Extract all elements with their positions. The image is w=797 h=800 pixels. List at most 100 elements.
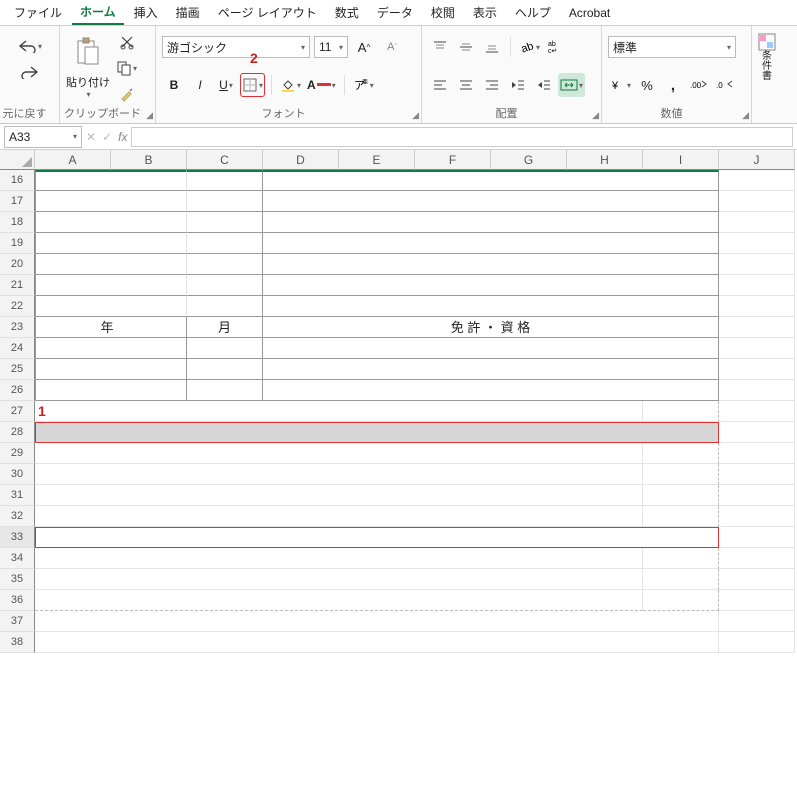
col-header-D[interactable]: D <box>263 150 339 170</box>
decrease-indent-button[interactable] <box>506 73 530 97</box>
row-header[interactable]: 22 <box>0 296 35 317</box>
menu-data[interactable]: データ <box>369 1 421 24</box>
orientation-button[interactable]: ab▾ <box>517 35 542 59</box>
merge-center-button[interactable]: ▾ <box>558 73 585 97</box>
cell-month[interactable]: 月 <box>187 317 263 338</box>
row-header[interactable]: 16 <box>0 170 35 191</box>
row-header[interactable]: 37 <box>0 611 35 632</box>
cut-button[interactable] <box>114 30 139 54</box>
increase-indent-button[interactable] <box>532 73 556 97</box>
bold-button[interactable]: B <box>162 73 186 97</box>
row-header[interactable]: 29 <box>0 443 35 464</box>
phonetic-button[interactable]: ア亜▾ <box>351 73 376 97</box>
row-header[interactable]: 19 <box>0 233 35 254</box>
underline-button[interactable]: U▾ <box>214 73 238 97</box>
number-launcher-icon[interactable]: ◢ <box>742 110 749 121</box>
font-size-select[interactable]: 11▾ <box>314 36 348 58</box>
row-header[interactable]: 24 <box>0 338 35 359</box>
cancel-formula-icon[interactable]: ✕ <box>86 130 96 144</box>
increase-decimal-button[interactable]: .00 <box>687 73 711 97</box>
font-launcher-icon[interactable]: ◢ <box>412 110 419 121</box>
worksheet[interactable]: A B C D E F G H I J 16 17 18 19 20 21 22… <box>0 150 797 653</box>
row-header[interactable]: 20 <box>0 254 35 275</box>
font-color-button[interactable]: A▾ <box>305 73 338 97</box>
col-header-H[interactable]: H <box>567 150 643 170</box>
row-header[interactable]: 32 <box>0 506 35 527</box>
name-box[interactable]: A33▾ <box>4 126 82 148</box>
separator <box>344 75 345 95</box>
align-bottom-button[interactable] <box>480 35 504 59</box>
clipboard-launcher-icon[interactable]: ◢ <box>146 110 153 121</box>
align-right-button[interactable] <box>480 73 504 97</box>
menu-formulas[interactable]: 数式 <box>327 1 367 24</box>
menu-page-layout[interactable]: ページ レイアウト <box>210 1 325 24</box>
col-header-C[interactable]: C <box>187 150 263 170</box>
col-header-G[interactable]: G <box>491 150 567 170</box>
percent-button[interactable]: % <box>635 73 659 97</box>
menu-insert[interactable]: 挿入 <box>126 1 166 24</box>
menu-file[interactable]: ファイル <box>6 1 70 24</box>
decrease-font-button[interactable]: Aˇ <box>380 35 404 59</box>
row-header[interactable]: 23 <box>0 317 35 338</box>
menu-view[interactable]: 表示 <box>465 1 505 24</box>
fill-color-button[interactable]: ▾ <box>278 73 303 97</box>
col-header-J[interactable]: J <box>719 150 795 170</box>
row-header[interactable]: 25 <box>0 359 35 380</box>
row-header[interactable]: 27 <box>0 401 35 422</box>
undo-button[interactable]: ▾ <box>15 34 44 58</box>
cell-year[interactable]: 年 <box>35 317 187 338</box>
fx-icon[interactable]: fx <box>118 130 127 144</box>
number-format-select[interactable]: 標準▾ <box>608 36 736 58</box>
row-header[interactable]: 26 <box>0 380 35 401</box>
paste-button[interactable] <box>70 30 106 74</box>
align-middle-button[interactable] <box>454 35 478 59</box>
formula-bar[interactable] <box>131 127 793 147</box>
wrap-text-button[interactable]: abc↵ <box>544 35 568 59</box>
row-header[interactable]: 18 <box>0 212 35 233</box>
col-header-B[interactable]: B <box>111 150 187 170</box>
paste-dropdown[interactable]: ▾ <box>86 90 90 99</box>
row-header[interactable]: 17 <box>0 191 35 212</box>
align-center-button[interactable] <box>454 73 478 97</box>
menu-help[interactable]: ヘルプ <box>507 1 559 24</box>
menu-draw[interactable]: 描画 <box>168 1 208 24</box>
select-all-corner[interactable] <box>0 150 35 170</box>
accounting-format-button[interactable]: ¥▾ <box>608 73 633 97</box>
row-header[interactable]: 38 <box>0 632 35 653</box>
row-header[interactable]: 33 <box>0 527 35 548</box>
col-header-F[interactable]: F <box>415 150 491 170</box>
redo-button[interactable] <box>18 60 42 84</box>
align-launcher-icon[interactable]: ◢ <box>592 110 599 121</box>
menu-home[interactable]: ホーム <box>72 0 124 25</box>
align-left-button[interactable] <box>428 73 452 97</box>
conditional-format-icon[interactable] <box>757 32 777 52</box>
menu-review[interactable]: 校閲 <box>423 1 463 24</box>
increase-font-button[interactable]: A^ <box>352 35 376 59</box>
comma-button[interactable]: , <box>661 73 685 97</box>
row-header[interactable]: 34 <box>0 548 35 569</box>
name-box-value: A33 <box>9 130 30 144</box>
cell-license[interactable]: 免 許 ・ 資 格 <box>263 317 719 338</box>
annotation-2: 2 <box>250 50 258 66</box>
italic-button[interactable]: I <box>188 73 212 97</box>
col-header-E[interactable]: E <box>339 150 415 170</box>
decrease-decimal-button[interactable]: .0 <box>713 73 737 97</box>
menu-acrobat[interactable]: Acrobat <box>561 3 618 23</box>
row-header[interactable]: 30 <box>0 464 35 485</box>
row-header[interactable]: 21 <box>0 275 35 296</box>
enter-formula-icon[interactable]: ✓ <box>102 130 112 144</box>
align-top-button[interactable] <box>428 35 452 59</box>
row-header[interactable]: 35 <box>0 569 35 590</box>
active-cell-row-33[interactable] <box>35 527 719 548</box>
selected-row-28[interactable] <box>35 422 719 443</box>
col-header-I[interactable]: I <box>643 150 719 170</box>
font-name-select[interactable]: 游ゴシック▾ <box>162 36 310 58</box>
copy-button[interactable]: ▾ <box>114 56 139 80</box>
group-label-font: フォント <box>156 106 411 122</box>
row-header[interactable]: 36 <box>0 590 35 611</box>
format-painter-button[interactable] <box>114 82 139 106</box>
row-header[interactable]: 28 <box>0 422 35 443</box>
row-header[interactable]: 31 <box>0 485 35 506</box>
col-header-A[interactable]: A <box>35 150 111 170</box>
borders-button[interactable]: ▾ <box>240 73 265 97</box>
